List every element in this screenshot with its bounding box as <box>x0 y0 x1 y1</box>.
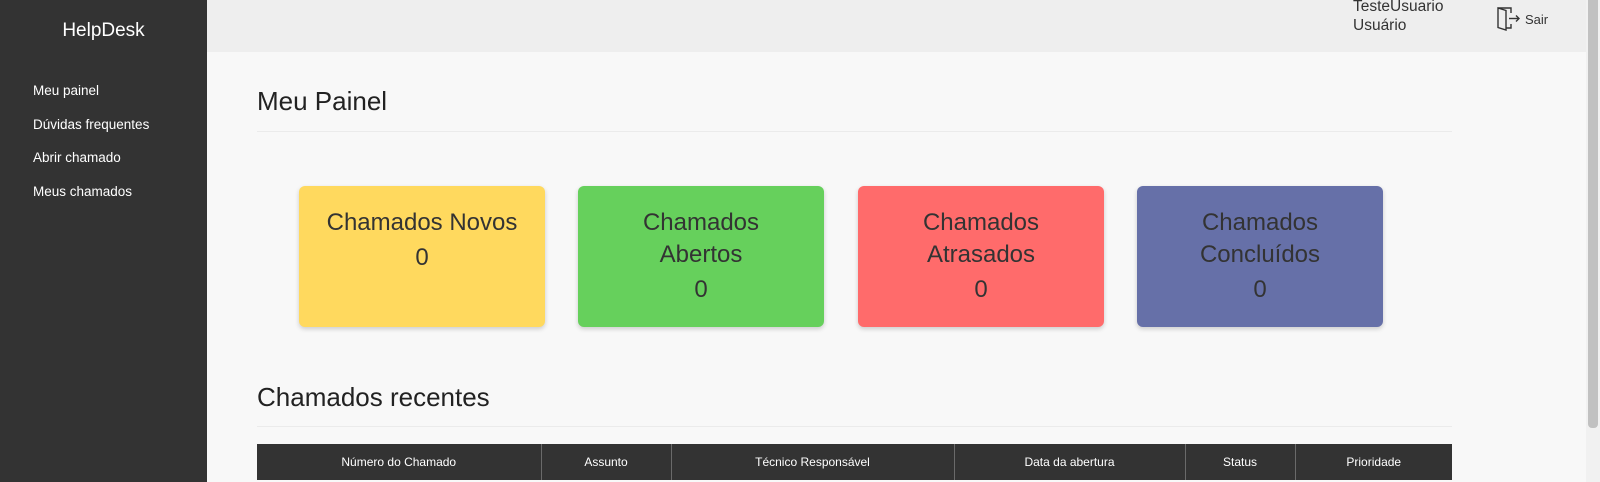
card-title: Chamados Atrasados <box>922 209 1040 268</box>
sidebar-item-meu-painel[interactable]: Meu painel <box>33 82 149 116</box>
scrollbar-thumb[interactable] <box>1588 0 1598 428</box>
col-header-tecnico[interactable]: Técnico Responsável <box>670 444 954 480</box>
card-chamados-abertos[interactable]: Chamados Abertos 0 <box>578 186 824 327</box>
divider <box>257 426 1452 427</box>
card-chamados-concluidos[interactable]: Chamados Concluídos 0 <box>1137 186 1383 327</box>
brand-logo[interactable]: HelpDesk <box>0 20 207 42</box>
user-info: TesteUsuario Usuário <box>1353 0 1443 35</box>
page-title: Meu Painel <box>257 86 388 116</box>
col-header-numero[interactable]: Número do Chamado <box>257 444 541 480</box>
card-count: 0 <box>694 276 708 303</box>
card-title: Chamados Novos <box>326 209 518 236</box>
sidebar-item-abrir-chamado[interactable]: Abrir chamado <box>33 149 149 183</box>
card-count: 0 <box>1253 276 1267 303</box>
card-title: Chamados Concluídos <box>1199 209 1321 268</box>
card-count: 0 <box>415 244 429 271</box>
user-role: Usuário <box>1353 17 1407 34</box>
col-header-assunto[interactable]: Assunto <box>540 444 671 480</box>
card-title: Chamados Abertos <box>642 209 760 268</box>
card-chamados-novos[interactable]: Chamados Novos 0 <box>299 186 545 327</box>
table-header-row: Número do Chamado Assunto Técnico Respon… <box>257 444 1452 480</box>
card-count: 0 <box>974 276 988 303</box>
divider <box>257 131 1452 132</box>
logout-button[interactable]: Sair <box>1496 6 1548 32</box>
sidebar-item-meus-chamados[interactable]: Meus chamados <box>33 183 149 217</box>
col-header-prioridade[interactable]: Prioridade <box>1294 444 1452 480</box>
door-exit-icon <box>1497 7 1520 31</box>
logout-label: Sair <box>1525 11 1549 27</box>
recent-tickets-title: Chamados recentes <box>257 382 490 412</box>
user-name: TesteUsuario <box>1353 0 1444 15</box>
col-header-data[interactable]: Data da abertura <box>953 444 1185 480</box>
sidebar: HelpDesk Meu painel Dúvidas frequentes A… <box>0 0 207 482</box>
recent-tickets-table: Número do Chamado Assunto Técnico Respon… <box>257 444 1452 480</box>
col-header-status[interactable]: Status <box>1184 444 1295 480</box>
card-chamados-atrasados[interactable]: Chamados Atrasados 0 <box>858 186 1104 327</box>
sidebar-item-duvidas-frequentes[interactable]: Dúvidas frequentes <box>33 116 149 150</box>
sidebar-nav: Meu painel Dúvidas frequentes Abrir cham… <box>33 82 149 216</box>
